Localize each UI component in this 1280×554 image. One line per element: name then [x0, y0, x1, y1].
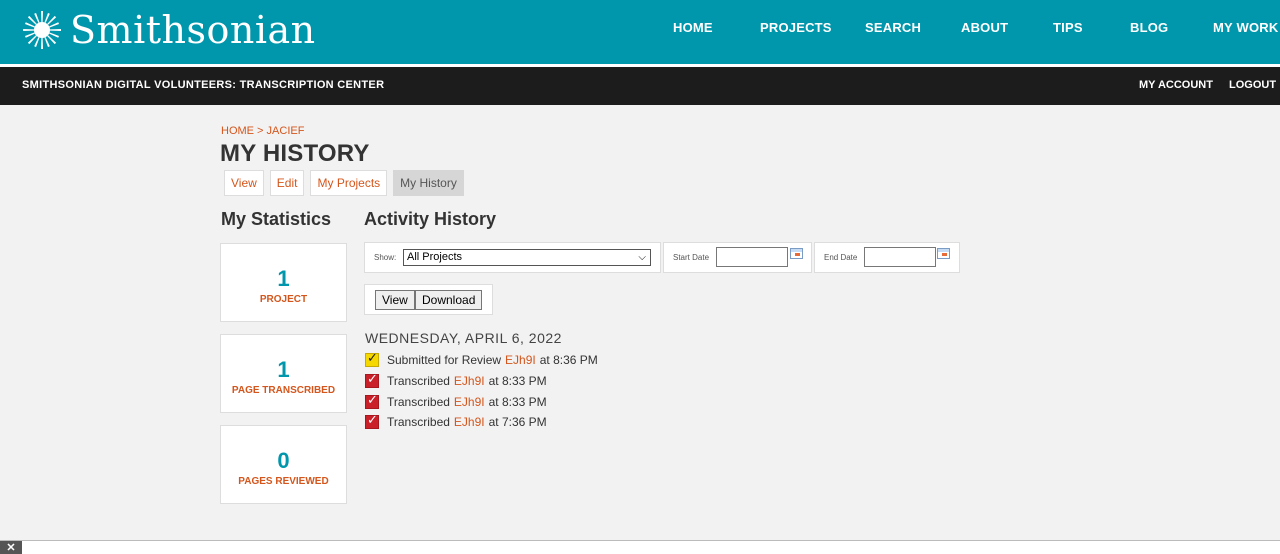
- list-item: Submitted for Review EJh9I at 8:36 PM: [365, 351, 598, 368]
- activity-time: at 8:33 PM: [488, 374, 547, 388]
- check-icon: [365, 393, 379, 409]
- project-select-value: All Projects: [407, 251, 463, 263]
- breadcrumb-home[interactable]: HOME: [221, 125, 254, 137]
- activity-action: Submitted for Review: [387, 353, 502, 367]
- list-item: Transcribed EJh9I at 8:33 PM: [365, 372, 547, 389]
- main-nav: HOME PROJECTS SEARCH ABOUT TIPS BLOG MY …: [0, 20, 1280, 36]
- start-date-filter: Start Date: [663, 242, 812, 273]
- project-link[interactable]: EJh9I: [505, 353, 536, 367]
- my-account-link[interactable]: MY ACCOUNT: [1139, 79, 1213, 91]
- close-icon[interactable]: ✕: [0, 541, 22, 554]
- site-title: SMITHSONIAN DIGITAL VOLUNTEERS: TRANSCRI…: [22, 79, 385, 91]
- day-heading: WEDNESDAY, APRIL 6, 2022: [365, 330, 562, 346]
- list-item: Transcribed EJh9I at 7:36 PM: [365, 413, 547, 430]
- logout-link[interactable]: LOGOUT: [1229, 79, 1276, 91]
- end-date-filter: End Date: [814, 242, 960, 273]
- activity-time: at 8:33 PM: [488, 395, 547, 409]
- start-date-input[interactable]: [716, 247, 788, 267]
- stat-label: PAGES REVIEWED: [238, 476, 329, 487]
- tab-my-projects[interactable]: My Projects: [310, 170, 388, 196]
- stat-pages-transcribed: 1 PAGE TRANSCRIBED: [220, 334, 347, 413]
- end-date-label: End Date: [824, 253, 858, 262]
- project-link[interactable]: EJh9I: [454, 374, 485, 388]
- activity-action: Transcribed: [387, 395, 450, 409]
- activity-title: Activity History: [364, 209, 497, 229]
- tab-edit[interactable]: Edit: [269, 170, 305, 196]
- nav-tips[interactable]: TIPS: [1053, 20, 1083, 35]
- activity-action: Transcribed: [387, 415, 450, 429]
- sub-header: SMITHSONIAN DIGITAL VOLUNTEERS: TRANSCRI…: [0, 67, 1280, 105]
- project-link[interactable]: EJh9I: [454, 395, 485, 409]
- nav-about[interactable]: ABOUT: [961, 20, 1008, 35]
- activity-time: at 8:36 PM: [539, 353, 598, 367]
- breadcrumb: HOME > JACIEF: [221, 125, 304, 137]
- statistics-title: My Statistics: [221, 209, 332, 229]
- project-select[interactable]: All Projects ⌵: [403, 249, 651, 266]
- stat-pages-reviewed: 0 PAGES REVIEWED: [220, 425, 347, 504]
- check-icon: [365, 351, 379, 367]
- show-label: Show:: [374, 253, 397, 262]
- project-filter: Show: All Projects ⌵: [364, 242, 661, 273]
- tab-view[interactable]: View: [224, 170, 264, 196]
- chevron-down-icon: ⌵: [638, 252, 646, 263]
- stat-label: PROJECT: [259, 294, 308, 305]
- stat-value: 1: [277, 266, 290, 291]
- start-date-label: Start Date: [673, 253, 710, 262]
- stat-value: 1: [277, 357, 290, 382]
- activity-time: at 7:36 PM: [488, 415, 547, 429]
- profile-tabs: View Edit My Projects My History: [224, 170, 464, 196]
- nav-home[interactable]: HOME: [673, 20, 713, 35]
- nav-projects[interactable]: PROJECTS: [760, 20, 832, 35]
- activity-action: Transcribed: [387, 374, 450, 388]
- check-icon: [365, 413, 379, 429]
- stat-label: PAGE TRANSCRIBED: [231, 385, 336, 396]
- download-button[interactable]: Download: [415, 290, 483, 310]
- calendar-icon[interactable]: [937, 248, 950, 259]
- page-title: MY HISTORY: [220, 140, 370, 167]
- breadcrumb-separator: >: [254, 125, 267, 137]
- calendar-icon[interactable]: [790, 248, 803, 259]
- stat-value: 0: [277, 448, 290, 473]
- nav-my-work[interactable]: MY WORK: [1213, 20, 1278, 35]
- view-button[interactable]: View: [375, 290, 415, 310]
- breadcrumb-user[interactable]: JACIEF: [267, 125, 305, 137]
- stat-projects: 1 PROJECT: [220, 243, 347, 322]
- nav-blog[interactable]: BLOG: [1130, 20, 1168, 35]
- tab-my-history[interactable]: My History: [393, 170, 464, 196]
- nav-search[interactable]: SEARCH: [865, 20, 921, 35]
- project-link[interactable]: EJh9I: [454, 415, 485, 429]
- site-header: Smithsonian HOME PROJECTS SEARCH ABOUT T…: [0, 0, 1280, 64]
- check-icon: [365, 372, 379, 388]
- end-date-input[interactable]: [864, 247, 936, 267]
- action-buttons: View Download: [364, 284, 493, 315]
- bottom-bar: ✕: [0, 540, 1280, 554]
- list-item: Transcribed EJh9I at 8:33 PM: [365, 393, 547, 410]
